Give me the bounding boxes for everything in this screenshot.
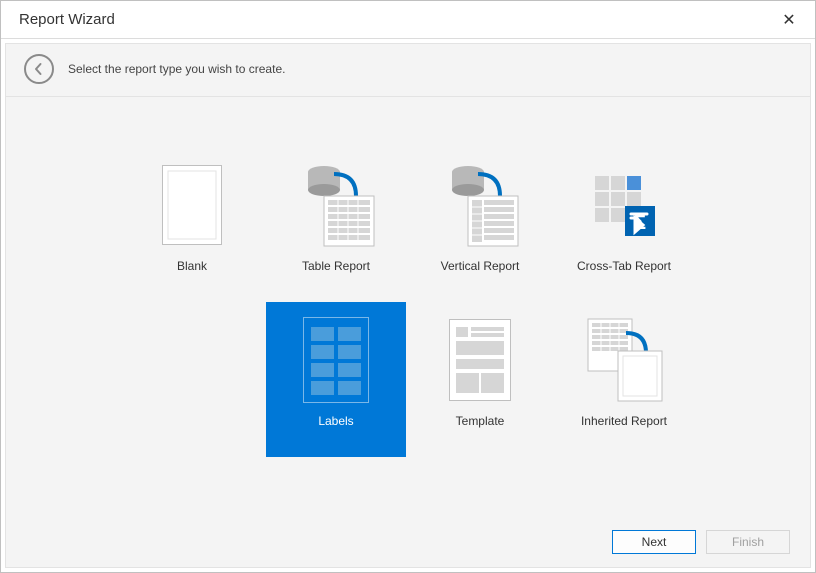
instruction-text: Select the report type you wish to creat… <box>68 62 285 76</box>
wizard-window: Report Wizard ✕ Select the report type y… <box>0 0 816 573</box>
tile-label: Table Report <box>302 259 370 273</box>
tile-label: Cross-Tab Report <box>577 259 671 273</box>
tile-label: Blank <box>177 259 207 273</box>
svg-text:Σ: Σ <box>634 212 646 234</box>
vertical-report-icon <box>438 159 522 251</box>
window-title: Report Wizard <box>19 11 115 28</box>
titlebar: Report Wizard ✕ <box>1 1 815 39</box>
template-icon <box>438 314 522 406</box>
tile-label: Labels <box>318 414 353 428</box>
tile-template[interactable]: Template <box>410 302 550 457</box>
next-button[interactable]: Next <box>612 530 696 554</box>
tile-table-report[interactable]: Table Report <box>266 147 406 302</box>
tile-inherited-report[interactable]: Inherited Report <box>554 302 694 457</box>
tile-label: Vertical Report <box>441 259 520 273</box>
spacer <box>122 302 262 457</box>
wizard-content: Select the report type you wish to creat… <box>5 43 811 568</box>
report-type-grid: Blank <box>6 97 810 517</box>
tile-label: Inherited Report <box>581 414 667 428</box>
finish-button: Finish <box>706 530 790 554</box>
tile-labels[interactable]: Labels <box>266 302 406 457</box>
tile-vertical-report[interactable]: Vertical Report <box>410 147 550 302</box>
wizard-footer: Next Finish <box>6 517 810 567</box>
arrow-left-icon <box>32 62 46 76</box>
tile-label: Template <box>456 414 505 428</box>
tile-blank[interactable]: Blank <box>122 147 262 302</box>
inherited-icon <box>582 314 666 406</box>
instruction-bar: Select the report type you wish to creat… <box>6 44 810 97</box>
back-button[interactable] <box>24 54 54 84</box>
labels-icon <box>294 314 378 406</box>
table-report-icon <box>294 159 378 251</box>
crosstab-icon: Σ <box>582 159 666 251</box>
close-icon[interactable]: ✕ <box>769 5 809 35</box>
tile-crosstab-report[interactable]: Σ Cross-Tab Report <box>554 147 694 302</box>
blank-icon <box>150 159 234 251</box>
